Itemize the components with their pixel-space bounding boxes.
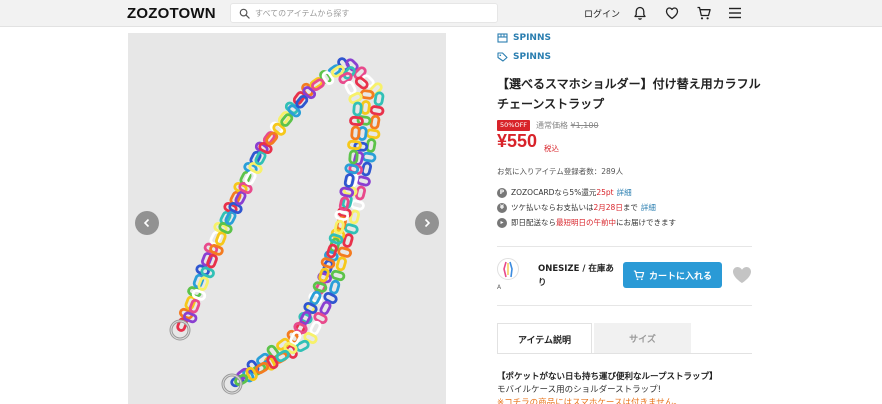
description-text: モバイルケース用のショルダーストラップ! — [497, 385, 662, 395]
chain-link — [309, 320, 322, 336]
divider — [497, 305, 752, 306]
chain-link — [361, 151, 377, 163]
chain-link — [365, 128, 381, 140]
heart-icon[interactable] — [664, 5, 680, 21]
chain-link — [360, 100, 371, 115]
shipping-text-post: にお届けできます — [616, 218, 676, 227]
site-header: ZOZOTOWN ログイン — [0, 0, 882, 27]
regular-price: ¥1,100 — [570, 121, 599, 130]
search-icon — [239, 8, 250, 19]
site-logo[interactable]: ZOZOTOWN — [127, 5, 216, 22]
shop-name: SPINNS — [513, 33, 551, 43]
chain-link — [197, 276, 210, 291]
variant-image — [503, 261, 513, 278]
favorites-count: お気に入りアイテム登録者数：289人 — [497, 167, 624, 176]
tab-underline — [497, 353, 752, 354]
tsuke-detail-link[interactable]: 詳細 — [641, 203, 656, 212]
shipping-highlight: 最短明日の午前中 — [556, 218, 616, 227]
tab-item-description[interactable]: アイテム説明 — [497, 323, 592, 354]
product-image-gallery — [128, 33, 446, 404]
zozocard-text: ZOZOCARDなら5%還元 — [511, 188, 597, 197]
sale-price: ¥550 — [497, 131, 538, 151]
shop-icon — [497, 33, 508, 43]
menu-icon[interactable] — [727, 5, 743, 21]
chain-link — [319, 300, 332, 316]
tag-icon — [497, 52, 508, 62]
zozocard-points: 25pt — [596, 188, 614, 197]
chain-link — [356, 175, 371, 187]
chain-link — [344, 223, 359, 235]
product-image — [169, 57, 385, 395]
size-stock-label: ONESIZE / 在庫あり — [538, 264, 614, 288]
search-bar[interactable] — [230, 3, 498, 23]
regular-price-line: 通常価格 ¥1,100 — [536, 120, 599, 131]
shop-link[interactable]: SPINNS — [497, 33, 551, 43]
brand-link[interactable]: SPINNS — [497, 52, 551, 62]
chain-link — [339, 186, 355, 198]
login-link[interactable]: ログイン — [584, 7, 620, 20]
chevron-right-icon — [424, 218, 431, 228]
shipping-text: 即日配送なら — [511, 218, 556, 227]
prev-image-button[interactable] — [135, 211, 159, 235]
chain-link — [333, 219, 345, 235]
chain-link — [350, 199, 365, 211]
chain-link — [215, 231, 227, 246]
chain-link — [352, 101, 363, 117]
description-warning: ※コチラの商品にはスマホケースは付きません。 — [497, 398, 682, 404]
tsuke-icon: ¥ — [497, 202, 507, 213]
chain-link — [369, 114, 381, 130]
chain-link — [254, 361, 270, 375]
cart-icon — [633, 270, 645, 280]
chain-link — [330, 269, 346, 282]
add-to-cart-button[interactable]: カートに入れる — [623, 262, 722, 288]
regular-price-label: 通常価格 — [536, 121, 568, 130]
tax-label: 税込 — [544, 144, 559, 153]
chain-link — [350, 125, 361, 141]
chain-link — [206, 253, 218, 269]
chain-link — [344, 80, 357, 96]
chain-link — [360, 161, 373, 177]
variant-caption: A — [497, 284, 502, 291]
add-to-cart-label: カートに入れる — [648, 271, 712, 282]
zozocard-info: P ZOZOCARDなら5%還元25pt 詳細 — [497, 187, 632, 198]
brand-name: SPINNS — [513, 52, 551, 62]
favorite-heart-icon[interactable] — [732, 266, 752, 284]
zozocard-detail-link[interactable]: 詳細 — [617, 188, 632, 197]
chain-link — [329, 279, 341, 295]
chain-link — [337, 246, 352, 258]
truck-icon: ▸ — [497, 217, 507, 228]
tsuke-date: 2月28日 — [593, 203, 623, 212]
variant-thumbnail[interactable] — [497, 258, 519, 280]
chain-link — [354, 76, 369, 90]
chain-link — [188, 298, 201, 314]
tab-size[interactable]: サイズ — [594, 323, 691, 354]
description-heading: 【ポケットがない日も持ち運び便利なループストラップ】 — [497, 372, 718, 382]
discount-badge: 50%OFF — [497, 120, 531, 131]
product-title: 【選べるスマホショルダー】付け替え用カラフルチェーンストラップ — [497, 77, 761, 111]
next-image-button[interactable] — [415, 211, 439, 235]
chain-link — [369, 105, 385, 116]
chain-link — [373, 91, 385, 107]
search-input[interactable] — [255, 6, 491, 21]
tsuke-text-post: まで — [622, 203, 638, 212]
bell-icon[interactable] — [632, 5, 648, 21]
tsuke-text: ツケ払いならお支払いは — [511, 203, 594, 212]
points-icon: P — [497, 187, 507, 198]
chevron-left-icon — [143, 218, 150, 228]
chain-link — [344, 163, 360, 175]
cart-icon[interactable] — [696, 5, 712, 21]
divider — [497, 246, 752, 247]
tsuke-info: ¥ ツケ払いならお支払いは2月28日まで 詳細 — [497, 202, 656, 213]
shipping-info: ▸ 即日配送なら最短明日の午前中にお届けできます — [497, 217, 676, 228]
chain-link — [349, 115, 364, 127]
